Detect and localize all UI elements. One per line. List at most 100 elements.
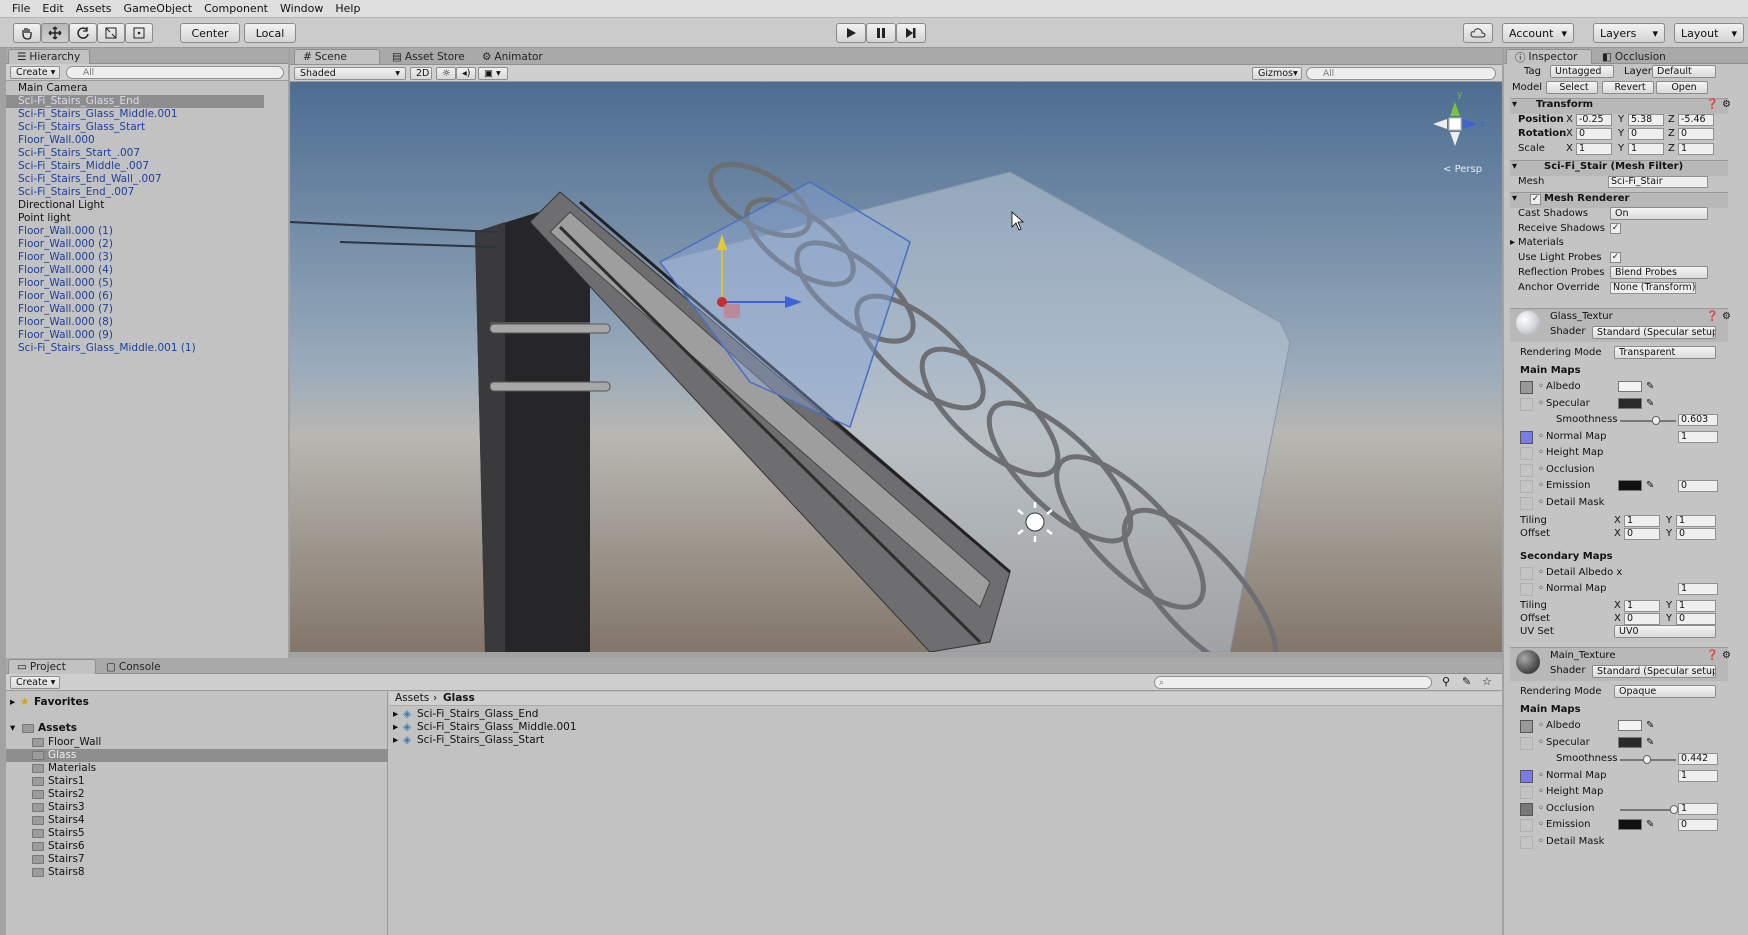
favorite-star-icon[interactable]: ☆	[1482, 675, 1492, 688]
smoothness-slider-track[interactable]	[1620, 420, 1676, 422]
position-y-field[interactable]: 5.38	[1628, 114, 1664, 126]
menu-window[interactable]: Window	[280, 2, 323, 15]
filter-label-icon[interactable]: ✎	[1462, 675, 1471, 688]
rotation-y-field[interactable]: 0	[1628, 128, 1664, 140]
breadcrumb-glass[interactable]: Glass	[443, 692, 475, 705]
occlusion-slider-thumb[interactable]	[1670, 804, 1678, 814]
scene-audio-button[interactable]: ◂)	[456, 67, 476, 80]
mesh-renderer-enabled-checkbox[interactable]: ✓	[1530, 194, 1541, 205]
offset2-y-field[interactable]: 0	[1676, 613, 1716, 625]
scale-tool-button[interactable]	[97, 23, 125, 43]
tab-inspector[interactable]: ⓘ Inspector	[1506, 49, 1592, 64]
hierarchy-item[interactable]: Sci-Fi_Stairs_End_Wall_.007	[18, 173, 162, 186]
occlusion-field[interactable]: 1	[1678, 802, 1718, 815]
expand-arrow-icon[interactable]: ▸	[393, 734, 398, 747]
normal-map-thumb[interactable]	[1520, 769, 1533, 783]
eyedropper-icon[interactable]: ✎	[1646, 736, 1748, 750]
tab-asset-store[interactable]: ▤ Asset Store	[384, 49, 476, 64]
anchor-override-field[interactable]: None (Transform)	[1610, 282, 1696, 294]
tiling-x-field[interactable]: 1	[1624, 515, 1660, 527]
pause-button[interactable]	[866, 23, 896, 43]
rendering-mode-dropdown[interactable]: Opaque	[1614, 685, 1716, 698]
project-search-input[interactable]: ⌕	[1154, 676, 1432, 689]
cloud-button[interactable]	[1463, 23, 1493, 43]
menu-edit[interactable]: Edit	[42, 2, 63, 15]
pivot-local-button[interactable]: Local	[244, 23, 296, 43]
occlusion-map-thumb[interactable]	[1520, 802, 1533, 816]
hierarchy-item[interactable]: Floor_Wall.000 (3)	[18, 251, 113, 264]
folder-item[interactable]: Stairs2	[48, 788, 85, 801]
offset-y-field[interactable]: 0	[1676, 528, 1716, 540]
empty-map-slot[interactable]	[1520, 736, 1533, 750]
smoothness-slider-thumb[interactable]	[1651, 416, 1660, 425]
tab-project[interactable]: ▭ Project	[8, 659, 96, 674]
tab-console[interactable]: ▢ Console	[98, 659, 178, 674]
hierarchy-item[interactable]: Sci-Fi_Stairs_Middle_.007	[18, 160, 149, 173]
play-button[interactable]	[836, 23, 866, 43]
folder-item[interactable]: Floor_Wall	[48, 736, 101, 749]
gizmos-dropdown[interactable]: Gizmos ▾	[1252, 67, 1302, 80]
receive-shadows-checkbox[interactable]: ✓	[1610, 223, 1621, 234]
smoothness-slider-thumb[interactable]	[1642, 755, 1651, 764]
hierarchy-item[interactable]: Main Camera	[18, 82, 88, 95]
specular-color-swatch[interactable]	[1618, 736, 1642, 748]
albedo-map-thumb[interactable]	[1520, 381, 1533, 394]
secondary-normal-field[interactable]: 1	[1678, 583, 1718, 595]
tiling2-x-field[interactable]: 1	[1624, 600, 1660, 612]
menu-assets[interactable]: Assets	[76, 2, 112, 15]
hierarchy-item[interactable]: Floor_Wall.000 (7)	[18, 303, 113, 316]
rect-tool-button[interactable]	[125, 23, 153, 43]
tab-occlusion[interactable]: ◧ Occlusion	[1594, 49, 1680, 64]
cast-shadows-dropdown[interactable]: On	[1610, 207, 1708, 220]
expand-arrow-icon[interactable]: ▸	[393, 708, 398, 721]
filter-type-icon[interactable]: ⚲	[1442, 675, 1450, 688]
rotate-tool-button[interactable]	[69, 23, 97, 43]
offset2-x-field[interactable]: 0	[1624, 613, 1660, 625]
hierarchy-search-input[interactable]: All	[66, 66, 284, 79]
normal-scale-field[interactable]: 1	[1678, 430, 1718, 443]
hand-tool-button[interactable]	[13, 23, 41, 43]
empty-map-slot[interactable]	[1520, 480, 1533, 493]
model-select-button[interactable]: Select	[1546, 81, 1598, 94]
tiling2-y-field[interactable]: 1	[1676, 600, 1716, 612]
file-item[interactable]: Sci-Fi_Stairs_Glass_Middle.001	[417, 721, 577, 734]
tab-hierarchy[interactable]: ☰ Hierarchy	[8, 49, 90, 64]
layers-dropdown[interactable]: Layers ▾	[1593, 23, 1665, 43]
emission-color-swatch[interactable]	[1618, 819, 1642, 830]
tab-animator[interactable]: ⚙ Animator	[474, 49, 556, 64]
eyedropper-icon[interactable]: ✎	[1646, 380, 1748, 394]
toggle-2d-button[interactable]: 2D	[410, 67, 432, 80]
scene-effects-dropdown[interactable]: ▣ ▾	[478, 67, 508, 80]
albedo-map-thumb[interactable]	[1520, 720, 1533, 733]
hierarchy-item[interactable]: Floor_Wall.000 (6)	[18, 290, 113, 303]
folder-item[interactable]: Stairs1	[48, 775, 85, 788]
folder-item[interactable]: Stairs7	[48, 853, 85, 866]
folder-item[interactable]: Stairs3	[48, 801, 85, 814]
mesh-field[interactable]: Sci-Fi_Stair	[1608, 176, 1708, 188]
hierarchy-item[interactable]: Sci-Fi_Stairs_Glass_End	[18, 95, 139, 108]
empty-map-slot[interactable]	[1520, 447, 1533, 460]
hierarchy-item[interactable]: Sci-Fi_Stairs_Glass_Middle.001 (1)	[18, 342, 196, 355]
menu-gameobject[interactable]: GameObject	[124, 2, 193, 15]
folder-item[interactable]: Stairs5	[48, 827, 85, 840]
settings-gear-icon[interactable]: ⚙	[1722, 310, 1748, 324]
expand-arrow-icon[interactable]: ▸	[393, 721, 398, 734]
eyedropper-icon[interactable]: ✎	[1646, 397, 1748, 411]
empty-map-slot[interactable]	[1520, 397, 1533, 411]
hierarchy-item[interactable]: Sci-Fi_Stairs_Glass_Middle.001	[18, 108, 178, 121]
assets-folder-label[interactable]: Assets	[38, 722, 77, 735]
smoothness-field[interactable]: 0.442	[1678, 753, 1718, 765]
empty-map-slot[interactable]	[1520, 567, 1533, 580]
folder-item[interactable]: Stairs4	[48, 814, 85, 827]
empty-map-slot[interactable]	[1520, 583, 1533, 596]
occlusion-slider-track[interactable]	[1620, 808, 1676, 811]
file-item[interactable]: Sci-Fi_Stairs_Glass_End	[417, 708, 538, 721]
tiling-y-field[interactable]: 1	[1676, 515, 1716, 527]
rotation-x-field[interactable]: 0	[1576, 128, 1612, 140]
rotation-z-field[interactable]: 0	[1678, 128, 1714, 140]
hierarchy-item[interactable]: Floor_Wall.000 (5)	[18, 277, 113, 290]
hierarchy-item[interactable]: Floor_Wall.000 (2)	[18, 238, 113, 251]
expand-arrow-icon[interactable]: ▸	[10, 696, 15, 709]
tab-scene[interactable]: # Scene	[294, 49, 380, 64]
model-open-button[interactable]: Open	[1656, 81, 1708, 94]
